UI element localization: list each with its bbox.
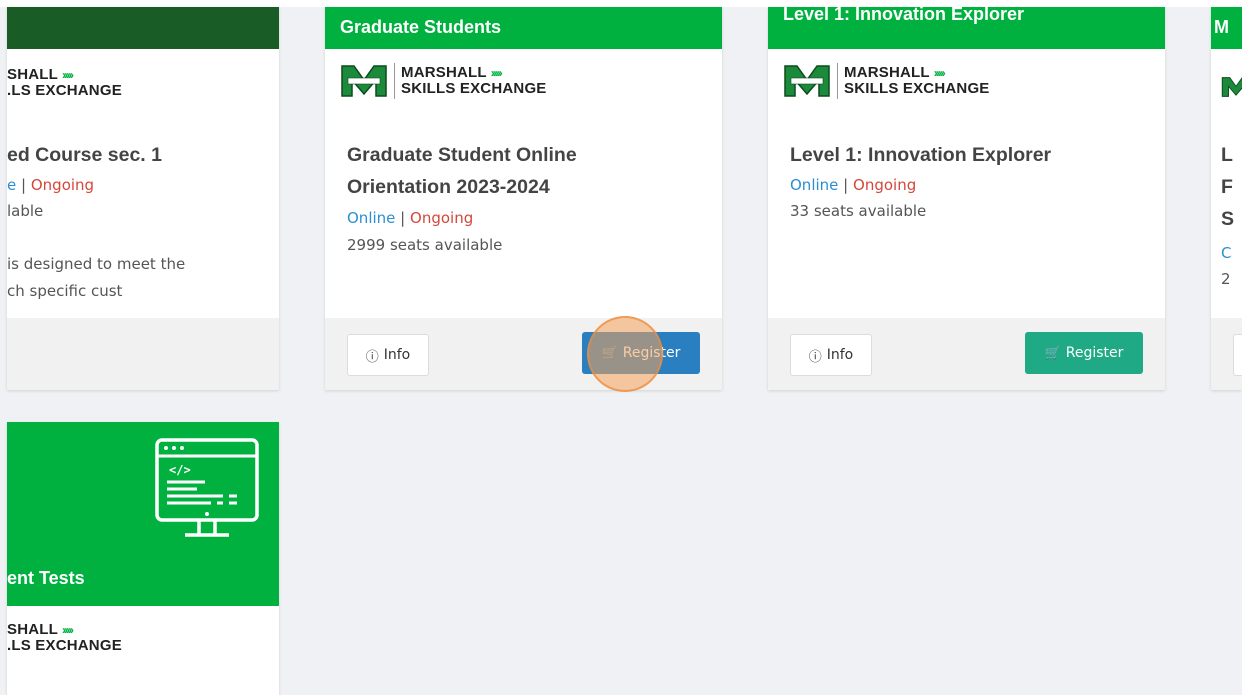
register-button[interactable]: 🛒 Register — [1025, 332, 1143, 374]
svg-text:</>: </> — [169, 463, 191, 477]
course-title[interactable]: Orientation 2023-2024 — [347, 171, 550, 203]
course-title[interactable]: L — [1221, 139, 1233, 171]
course-card-innovation-explorer: Level 1: Innovation Explorer MARSHALL ›››… — [768, 7, 1165, 390]
info-button[interactable]: ⓘ Info — [347, 334, 429, 376]
course-card-tests: </> ent Tests SHALL ››››› .LS EXCHANGE — [7, 422, 279, 695]
program-logo: MARSHALL ››››› SKILLS EXCHANGE — [783, 62, 990, 100]
card-header: M — [1211, 7, 1242, 49]
card-category-label: M — [1214, 17, 1229, 37]
register-button[interactable]: 🛒 Register — [582, 332, 700, 374]
program-logo: SHALL ››››› .LS EXCHANGE — [7, 66, 122, 99]
schedule-status: Ongoing — [410, 209, 474, 227]
shopping-cart-icon: 🛒 — [601, 345, 618, 361]
course-card-right: M L F S C 2 — [1211, 7, 1242, 390]
course-title[interactable]: Level 1: Innovation Explorer — [790, 139, 1051, 171]
course-meta: Online | Ongoing — [790, 176, 917, 194]
card-footer: ⓘ Info 🛒 Register — [325, 318, 722, 390]
delivery-mode: Online — [347, 209, 396, 227]
shopping-cart-icon: 🛒 — [1044, 345, 1061, 361]
course-meta: e | Ongoing — [7, 176, 95, 194]
info-circle-icon: ⓘ — [808, 349, 822, 365]
card-footer — [1211, 318, 1242, 390]
schedule-status: Ongoing — [853, 176, 917, 194]
card-category-label: Graduate Students — [340, 17, 502, 37]
card-header: Graduate Students — [325, 7, 722, 49]
schedule-status: Ongoing — [30, 176, 95, 194]
card-category-label: Level 1: Innovation Explorer — [783, 7, 1025, 24]
program-logo: SHALL ››››› .LS EXCHANGE — [7, 621, 122, 654]
card-category-label: ent Tests — [7, 568, 85, 588]
course-description-line: is designed to meet the — [7, 255, 186, 273]
chevrons-icon: ››››› — [933, 66, 946, 80]
course-title[interactable]: ed Course sec. 1 — [7, 139, 162, 171]
chevrons-icon: ››››› — [490, 66, 503, 80]
seats-available: lable — [7, 202, 44, 220]
card-footer: ⓘ Info 🛒 Register — [768, 318, 1165, 390]
course-title[interactable]: Graduate Student Online — [347, 139, 577, 171]
delivery-mode: e — [7, 176, 17, 194]
seats-available: 2999 seats available — [347, 236, 503, 254]
delivery-mode: C — [1221, 244, 1232, 262]
course-meta: Online | Ongoing — [347, 209, 474, 227]
top-strip — [0, 0, 1242, 7]
seats-available: 33 seats available — [790, 202, 927, 220]
course-title[interactable]: S — [1221, 203, 1234, 235]
chevrons-icon: ››››› — [62, 68, 74, 82]
program-logo: MARSHALL ››››› SKILLS EXCHANGE — [340, 62, 547, 100]
chevrons-icon: ››››› — [62, 623, 74, 637]
delivery-mode: Online — [790, 176, 839, 194]
course-title[interactable]: F — [1221, 171, 1233, 203]
marshall-m-logo-icon — [1221, 77, 1242, 97]
card-footer — [7, 318, 279, 390]
marshall-m-logo-icon — [341, 65, 387, 97]
info-button[interactable]: ⓘ Info — [790, 334, 872, 376]
info-button[interactable] — [1233, 334, 1242, 376]
marshall-m-logo-icon — [784, 65, 830, 97]
course-card-left: SHALL ››››› .LS EXCHANGE ed Course sec. 1… — [7, 7, 279, 390]
info-circle-icon: ⓘ — [365, 349, 379, 365]
card-header: Level 1: Innovation Explorer — [768, 7, 1165, 49]
card-header: </> ent Tests — [7, 422, 279, 606]
seats-available: 2 — [1221, 270, 1231, 288]
course-description-line: ch specific cust — [7, 282, 123, 300]
card-header — [7, 7, 279, 49]
code-monitor-icon: </> — [155, 438, 259, 537]
course-card-graduate-orientation: Graduate Students MARSHALL ››››› SKILLS E… — [325, 7, 722, 390]
